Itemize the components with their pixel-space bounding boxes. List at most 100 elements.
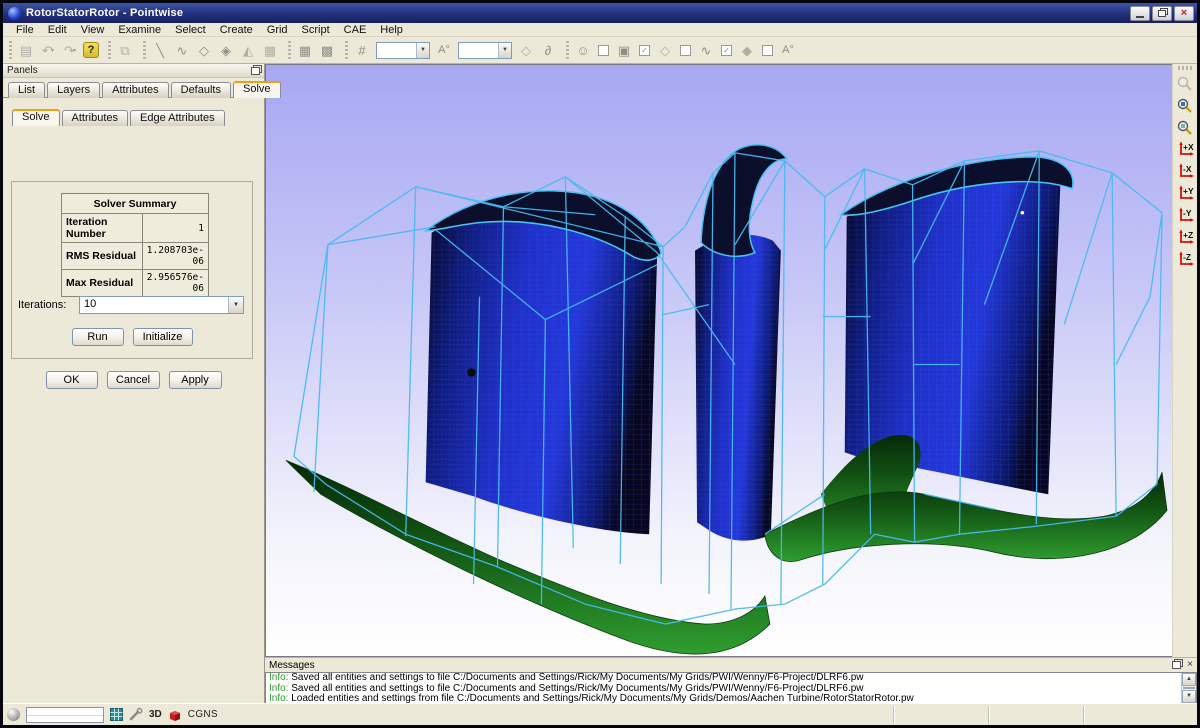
show-spacings-checkbox[interactable] bbox=[762, 45, 773, 56]
view-plus-y-button[interactable]: +Y bbox=[1175, 183, 1196, 204]
apply-button[interactable]: Apply bbox=[169, 371, 222, 389]
svg-text:+Z: +Z bbox=[1183, 230, 1193, 240]
cancel-button[interactable]: Cancel bbox=[107, 371, 160, 389]
assemble-domain-icon[interactable]: ◇ bbox=[193, 39, 215, 61]
iterations-combo[interactable]: 10 ▼ bbox=[79, 296, 244, 314]
menu-file[interactable]: File bbox=[9, 24, 41, 36]
flat-domain-icon[interactable]: ◇ bbox=[515, 39, 537, 61]
viewport-canvas[interactable] bbox=[266, 65, 1172, 656]
solver-summary-table: Solver Summary Iteration Number 1 RMS Re… bbox=[61, 193, 209, 297]
grid-status-icon bbox=[110, 708, 123, 721]
close-icon[interactable]: × bbox=[1187, 660, 1193, 670]
float-panel-icon[interactable] bbox=[251, 67, 260, 75]
chevron-down-icon[interactable]: ▼ bbox=[498, 43, 511, 58]
menu-edit[interactable]: Edit bbox=[41, 24, 74, 36]
extrude-icon[interactable]: ◭ bbox=[237, 39, 259, 61]
tab-defaults[interactable]: Defaults bbox=[171, 82, 231, 98]
dimension-icon[interactable]: # bbox=[351, 39, 373, 61]
restore-button[interactable] bbox=[1152, 6, 1172, 21]
shaded-view-icon[interactable]: ☺ bbox=[572, 39, 594, 61]
menu-select[interactable]: Select bbox=[168, 24, 213, 36]
view-minus-x-button[interactable]: -X bbox=[1175, 161, 1196, 182]
subtab-edge-attributes[interactable]: Edge Attributes bbox=[130, 110, 225, 126]
show-blocks-icon[interactable]: ▣ bbox=[613, 39, 635, 61]
menu-script[interactable]: Script bbox=[295, 24, 337, 36]
menu-help[interactable]: Help bbox=[373, 24, 410, 36]
menu-grid[interactable]: Grid bbox=[260, 24, 295, 36]
zoom-disabled-icon[interactable] bbox=[1175, 73, 1196, 94]
show-database-checkbox[interactable]: ✓ bbox=[721, 45, 732, 56]
viewport-3d[interactable] bbox=[265, 64, 1172, 657]
undo-icon[interactable]: ↶▾ bbox=[37, 39, 59, 61]
show-spacings-icon[interactable]: A° bbox=[777, 39, 799, 61]
paste-stack-icon[interactable]: ⧉ bbox=[114, 39, 136, 61]
help-icon[interactable]: ? bbox=[81, 39, 101, 61]
zoom-equal-icon[interactable] bbox=[1175, 117, 1196, 138]
dimension-combo[interactable]: ▼ bbox=[376, 42, 430, 59]
boundary-partial-icon[interactable]: ∂ bbox=[537, 39, 559, 61]
panel-tabs: List Layers Attributes Defaults Solve bbox=[3, 78, 264, 98]
view-minus-y-button[interactable]: -Y bbox=[1175, 205, 1196, 226]
subtab-attributes[interactable]: Attributes bbox=[62, 110, 128, 126]
svg-text:-Z: -Z bbox=[1183, 252, 1191, 262]
run-button[interactable]: Run bbox=[72, 328, 124, 346]
menu-examine[interactable]: Examine bbox=[111, 24, 168, 36]
zoom-box-icon[interactable] bbox=[1175, 95, 1196, 116]
toolbar-grip[interactable] bbox=[345, 41, 348, 59]
show-connectors-icon[interactable]: ∿ bbox=[695, 39, 717, 61]
solve-groupbox: Solver Summary Iteration Number 1 RMS Re… bbox=[11, 181, 253, 359]
ok-button[interactable]: OK bbox=[46, 371, 98, 389]
toolbar-grip[interactable] bbox=[1178, 66, 1192, 70]
tab-solve[interactable]: Solve bbox=[233, 81, 281, 98]
assemble-block-icon[interactable]: ▦ bbox=[259, 39, 281, 61]
two-point-connector-icon[interactable]: ╲ bbox=[149, 39, 171, 61]
angle-combo[interactable]: ▼ bbox=[458, 42, 512, 59]
scroll-down-icon[interactable]: ▼ bbox=[1182, 690, 1196, 703]
view-plus-x-button[interactable]: +X bbox=[1175, 139, 1196, 160]
angle-icon[interactable]: A° bbox=[433, 39, 455, 61]
messages-panel: Messages × Info: Saved all entities and … bbox=[265, 657, 1197, 703]
initialize-button[interactable]: Initialize bbox=[133, 328, 193, 346]
save-icon[interactable]: ▤ bbox=[15, 39, 37, 61]
toolbar-grip[interactable] bbox=[143, 41, 146, 59]
title-bar[interactable]: RotorStatorRotor - Pointwise × bbox=[3, 3, 1197, 23]
show-domains-icon[interactable]: ◇ bbox=[654, 39, 676, 61]
menu-view[interactable]: View bbox=[74, 24, 112, 36]
selected-point[interactable] bbox=[467, 368, 475, 376]
view-plus-z-button[interactable]: +Z bbox=[1175, 227, 1196, 248]
scrollbar[interactable]: ▲ ▼ bbox=[1181, 673, 1196, 703]
redo-icon[interactable]: ↷▾ bbox=[59, 39, 81, 61]
toolbar-grip[interactable] bbox=[108, 41, 111, 59]
chevron-down-icon[interactable]: ▼ bbox=[416, 43, 429, 58]
chevron-down-icon[interactable]: ▼ bbox=[228, 297, 243, 313]
scroll-thumb[interactable] bbox=[1183, 687, 1195, 689]
tab-attributes[interactable]: Attributes bbox=[102, 82, 168, 98]
dimension-status: 3D bbox=[149, 709, 162, 720]
menu-create[interactable]: Create bbox=[213, 24, 260, 36]
show-domains-checkbox[interactable]: ✓ bbox=[639, 45, 650, 56]
toolbar-grip[interactable] bbox=[566, 41, 569, 59]
show-database-icon[interactable]: ◆ bbox=[736, 39, 758, 61]
draw-curve-icon[interactable]: ∿ bbox=[171, 39, 193, 61]
show-blocks-checkbox[interactable] bbox=[598, 45, 609, 56]
table-row: Iteration Number 1 bbox=[62, 214, 209, 243]
scroll-up-icon[interactable]: ▲ bbox=[1182, 673, 1196, 686]
tab-list[interactable]: List bbox=[8, 82, 45, 98]
menu-cae[interactable]: CAE bbox=[337, 24, 374, 36]
minimize-button[interactable] bbox=[1130, 6, 1150, 21]
tab-layers[interactable]: Layers bbox=[47, 82, 100, 98]
window-title: RotorStatorRotor - Pointwise bbox=[26, 7, 1130, 19]
close-button[interactable]: × bbox=[1174, 6, 1194, 21]
messages-title: Messages bbox=[269, 660, 1172, 671]
structured-grid-icon[interactable]: ▦ bbox=[294, 39, 316, 61]
subtab-solve[interactable]: Solve bbox=[12, 109, 60, 126]
unstructured-domain-icon[interactable]: ◈ bbox=[215, 39, 237, 61]
float-panel-icon[interactable] bbox=[1172, 661, 1181, 669]
progress-field bbox=[26, 707, 104, 723]
show-connectors-checkbox[interactable] bbox=[680, 45, 691, 56]
toolbar-grip[interactable] bbox=[288, 41, 291, 59]
view-minus-z-button[interactable]: -Z bbox=[1175, 249, 1196, 270]
unstructured-grid-icon[interactable]: ▩ bbox=[316, 39, 338, 61]
table-row: Max Residual 2.956576e-06 bbox=[62, 270, 209, 297]
toolbar-grip[interactable] bbox=[9, 41, 12, 59]
